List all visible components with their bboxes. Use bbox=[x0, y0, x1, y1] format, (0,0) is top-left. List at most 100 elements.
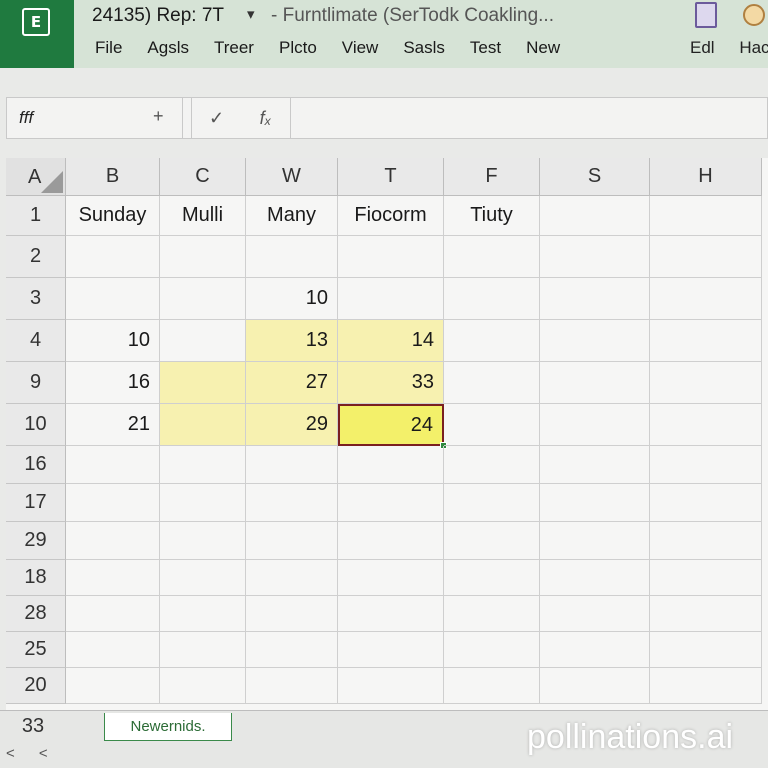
table-cell[interactable] bbox=[650, 196, 762, 236]
formula-input[interactable] bbox=[299, 98, 767, 138]
table-cell[interactable] bbox=[160, 362, 246, 404]
column-header-t[interactable]: T bbox=[338, 158, 444, 196]
table-cell[interactable] bbox=[66, 632, 160, 668]
table-cell[interactable] bbox=[246, 596, 338, 632]
menu-view[interactable]: View bbox=[342, 38, 379, 58]
table-cell[interactable] bbox=[66, 596, 160, 632]
table-cell[interactable] bbox=[66, 522, 160, 560]
table-cell[interactable] bbox=[540, 632, 650, 668]
account-avatar[interactable] bbox=[743, 4, 765, 26]
menu-edl[interactable]: Edl bbox=[690, 38, 715, 57]
table-cell[interactable] bbox=[540, 560, 650, 596]
table-cell[interactable] bbox=[444, 522, 540, 560]
enter-check-icon[interactable]: ✓ bbox=[191, 98, 241, 138]
table-cell[interactable] bbox=[650, 560, 762, 596]
table-cell[interactable] bbox=[650, 596, 762, 632]
row-header[interactable]: 29 bbox=[6, 522, 66, 560]
table-cell[interactable] bbox=[66, 484, 160, 522]
table-cell[interactable] bbox=[444, 236, 540, 278]
row-header[interactable]: 4 bbox=[6, 320, 66, 362]
spreadsheet-grid[interactable]: A B C W T F S H 1 Sunday Mulli Many Fiocorm Tiuty 2 3 1… bbox=[6, 158, 768, 710]
table-cell[interactable] bbox=[540, 484, 650, 522]
table-cell[interactable]: 21 bbox=[66, 404, 160, 446]
row-header[interactable]: 28 bbox=[6, 596, 66, 632]
table-cell[interactable] bbox=[246, 522, 338, 560]
table-cell[interactable] bbox=[66, 668, 160, 704]
table-cell[interactable] bbox=[650, 320, 762, 362]
table-cell[interactable] bbox=[246, 236, 338, 278]
menu-hac[interactable]: Hac bbox=[739, 38, 768, 57]
table-cell[interactable] bbox=[338, 560, 444, 596]
table-cell[interactable] bbox=[444, 278, 540, 320]
table-cell[interactable] bbox=[338, 668, 444, 704]
quick-access-dropdown-icon[interactable]: ▾ bbox=[247, 5, 255, 23]
name-box[interactable]: fff + bbox=[7, 98, 183, 138]
table-cell[interactable] bbox=[160, 278, 246, 320]
menu-new[interactable]: New bbox=[526, 38, 560, 58]
menu-treer[interactable]: Treer bbox=[214, 38, 254, 58]
table-cell[interactable]: 29 bbox=[246, 404, 338, 446]
table-cell[interactable] bbox=[540, 522, 650, 560]
table-cell[interactable] bbox=[540, 278, 650, 320]
table-cell[interactable] bbox=[246, 632, 338, 668]
table-cell[interactable] bbox=[444, 596, 540, 632]
table-cell[interactable] bbox=[444, 362, 540, 404]
table-cell[interactable] bbox=[540, 446, 650, 484]
table-cell[interactable]: Many bbox=[246, 196, 338, 236]
table-cell[interactable] bbox=[650, 668, 762, 704]
table-cell[interactable] bbox=[540, 668, 650, 704]
row-header[interactable]: 9 bbox=[6, 362, 66, 404]
menu-file[interactable]: File bbox=[95, 38, 122, 58]
table-cell[interactable] bbox=[540, 596, 650, 632]
table-cell[interactable] bbox=[66, 446, 160, 484]
table-cell[interactable] bbox=[650, 362, 762, 404]
menu-sasls[interactable]: Sasls bbox=[403, 38, 445, 58]
column-header-f[interactable]: F bbox=[444, 158, 540, 196]
table-cell[interactable] bbox=[650, 278, 762, 320]
table-cell[interactable] bbox=[160, 404, 246, 446]
table-cell[interactable] bbox=[444, 404, 540, 446]
column-header-c[interactable]: C bbox=[160, 158, 246, 196]
table-cell[interactable] bbox=[160, 320, 246, 362]
column-header-w[interactable]: W bbox=[246, 158, 338, 196]
table-cell[interactable]: 16 bbox=[66, 362, 160, 404]
table-cell[interactable] bbox=[540, 404, 650, 446]
table-cell[interactable] bbox=[160, 596, 246, 632]
share-icon[interactable] bbox=[695, 2, 717, 28]
menu-agsls[interactable]: Agsls bbox=[147, 38, 189, 58]
plus-icon[interactable]: + bbox=[153, 106, 164, 127]
row-header[interactable]: 1 bbox=[6, 196, 66, 236]
table-cell[interactable]: 10 bbox=[66, 320, 160, 362]
row-header[interactable]: 18 bbox=[6, 560, 66, 596]
table-cell[interactable]: Fiocorm bbox=[338, 196, 444, 236]
row-header[interactable]: 25 bbox=[6, 632, 66, 668]
sheet-nav-arrows-icon[interactable]: < < bbox=[6, 745, 58, 762]
menu-plcto[interactable]: Plcto bbox=[279, 38, 317, 58]
table-cell[interactable]: 27 bbox=[246, 362, 338, 404]
table-cell[interactable]: 13 bbox=[246, 320, 338, 362]
table-cell[interactable] bbox=[650, 236, 762, 278]
column-header-b[interactable]: B bbox=[66, 158, 160, 196]
table-cell[interactable] bbox=[66, 278, 160, 320]
table-cell[interactable] bbox=[444, 632, 540, 668]
table-cell[interactable] bbox=[338, 278, 444, 320]
table-cell[interactable]: Mulli bbox=[160, 196, 246, 236]
table-cell[interactable] bbox=[444, 484, 540, 522]
sheet-tab[interactable]: Newernids. bbox=[104, 713, 232, 741]
table-cell[interactable]: Sunday bbox=[66, 196, 160, 236]
table-cell[interactable] bbox=[246, 560, 338, 596]
table-cell[interactable] bbox=[338, 596, 444, 632]
table-cell[interactable] bbox=[338, 236, 444, 278]
table-cell[interactable] bbox=[650, 404, 762, 446]
table-cell[interactable] bbox=[540, 320, 650, 362]
table-cell[interactable] bbox=[650, 522, 762, 560]
row-header[interactable]: 33 bbox=[0, 711, 66, 741]
table-cell[interactable] bbox=[160, 446, 246, 484]
table-cell[interactable] bbox=[160, 668, 246, 704]
table-cell[interactable] bbox=[160, 522, 246, 560]
table-cell[interactable] bbox=[540, 196, 650, 236]
selected-cell[interactable]: 24 bbox=[338, 404, 444, 446]
row-header[interactable]: 2 bbox=[6, 236, 66, 278]
table-cell[interactable] bbox=[650, 484, 762, 522]
table-cell[interactable] bbox=[66, 236, 160, 278]
